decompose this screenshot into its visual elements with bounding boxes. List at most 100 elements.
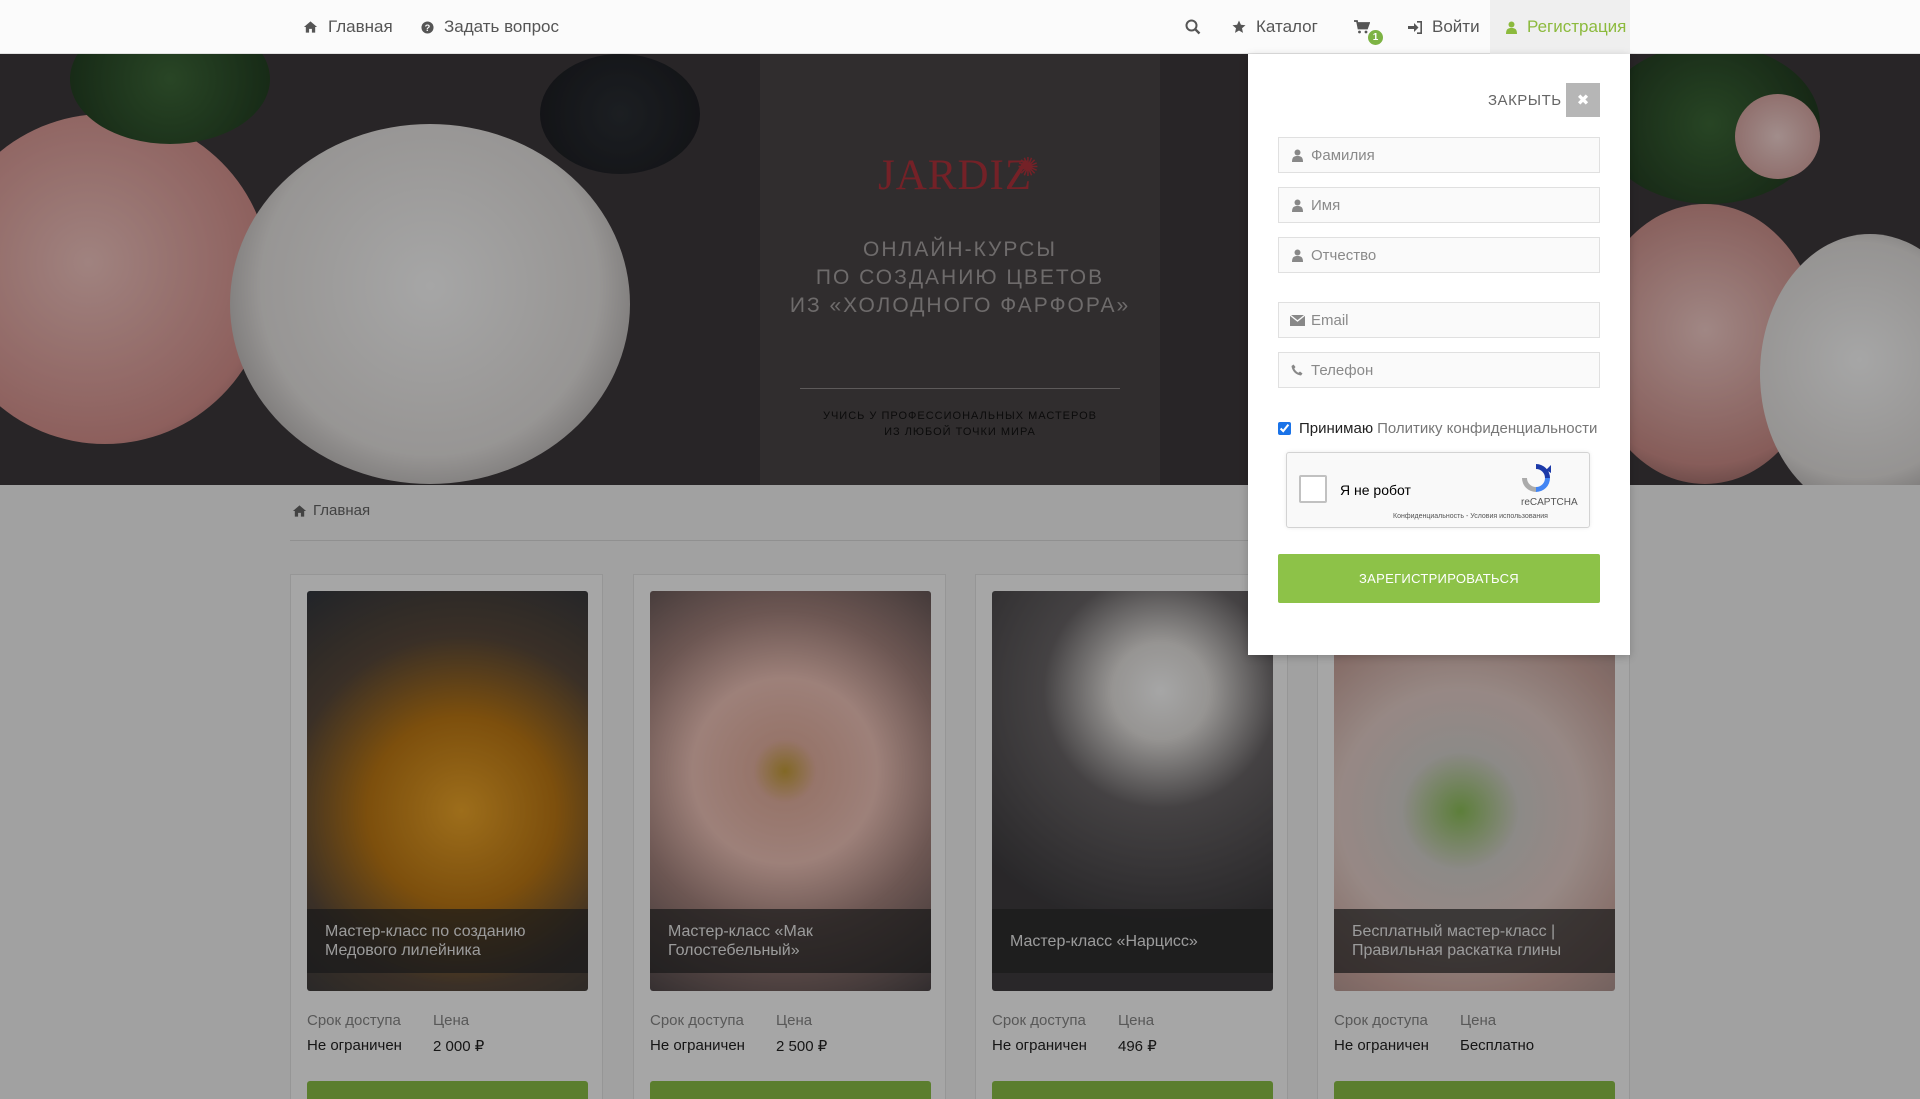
course-image-daylily[interactable]: Мастер-класс по созданию Медового лилейн… bbox=[307, 591, 588, 991]
hero-title-line-3: ИЗ «ХОЛОДНОГО ФАРФОРА» bbox=[789, 294, 1131, 317]
price-column: Цена 2 000 ₽ bbox=[433, 1012, 484, 1055]
sign-in-icon bbox=[1408, 20, 1422, 34]
hero-title-line-2: ПО СОЗДАНИЮ ЦВЕТОВ bbox=[815, 266, 1105, 289]
nav-home-link[interactable]: Главная bbox=[303, 0, 393, 54]
email-field[interactable] bbox=[1278, 302, 1600, 338]
course-title[interactable]: Бесплатный мастер-класс | Правильная рас… bbox=[1334, 909, 1615, 973]
svg-text:?: ? bbox=[425, 22, 431, 32]
middlename-field[interactable] bbox=[1278, 237, 1600, 273]
course-card[interactable]: Мастер-класс по созданию Медового лилейн… bbox=[290, 574, 603, 1099]
close-icon: ✖ bbox=[1576, 92, 1590, 109]
user-icon bbox=[1289, 249, 1305, 262]
nav-ask-question-link[interactable]: ? Задать вопрос bbox=[421, 0, 559, 54]
middlename-input[interactable] bbox=[1311, 246, 1581, 264]
price-column: Цена 496 ₽ bbox=[1118, 1012, 1157, 1055]
hero-title-line-1: ОНЛАЙН-КУРСЫ bbox=[863, 238, 1057, 261]
course-buy-button[interactable] bbox=[307, 1081, 588, 1099]
jardiz-logo: JARDIZ bbox=[878, 152, 1033, 199]
email-input[interactable] bbox=[1311, 311, 1581, 329]
access-column: Срок доступа Не ограничен bbox=[650, 1012, 745, 1054]
privacy-consent[interactable]: Принимаю Политику конфиденциальности bbox=[1278, 420, 1597, 437]
access-value: Не ограничен bbox=[307, 1037, 402, 1054]
price-column: Цена Бесплатно bbox=[1460, 1012, 1534, 1054]
nav-catalog-label: Каталог bbox=[1256, 17, 1318, 36]
close-label[interactable]: ЗАКРЫТЬ bbox=[1488, 92, 1562, 109]
hero-subtitle-line-1: УЧИСЬ У ПРОФЕССИОНАЛЬНЫХ МАСТЕРОВ bbox=[822, 410, 1097, 422]
nav-home-label: Главная bbox=[328, 17, 393, 36]
phone-icon bbox=[1289, 364, 1305, 376]
hero-subtitle: УЧИСЬ У ПРОФЕССИОНАЛЬНЫХ МАСТЕРОВ ИЗ ЛЮБ… bbox=[760, 408, 1160, 440]
course-buy-button[interactable] bbox=[992, 1081, 1273, 1099]
breadcrumb: Главная bbox=[292, 502, 370, 519]
nav-cart-button[interactable]: 1 bbox=[1354, 0, 1383, 54]
recaptcha-logo-icon bbox=[1519, 461, 1553, 500]
course-buy-button[interactable] bbox=[650, 1081, 931, 1099]
registration-modal: ЗАКРЫТЬ ✖ Принимаю Политику конф bbox=[1248, 54, 1630, 655]
nav-search-button[interactable] bbox=[1185, 0, 1201, 54]
cart-count-badge: 1 bbox=[1368, 30, 1383, 45]
access-label: Срок доступа bbox=[992, 1012, 1086, 1029]
course-buy-button[interactable] bbox=[1334, 1081, 1615, 1099]
price-label: Цена bbox=[433, 1012, 470, 1029]
recaptcha-widget: Я не робот reCAPTCHA Конфиденциальность … bbox=[1286, 452, 1590, 528]
access-value: Не ограничен bbox=[992, 1037, 1087, 1054]
hero-peony-white-left bbox=[230, 124, 630, 484]
home-icon bbox=[292, 504, 307, 518]
nav-register-label: Регистрация bbox=[1527, 17, 1627, 36]
course-image-narcissus[interactable]: Мастер-класс «Нарцисс» bbox=[992, 591, 1273, 991]
user-icon bbox=[1506, 21, 1517, 34]
access-label: Срок доступа bbox=[1334, 1012, 1428, 1029]
recaptcha-checkbox[interactable] bbox=[1299, 475, 1327, 503]
question-circle-icon: ? bbox=[421, 20, 434, 34]
recaptcha-label: Я не робот bbox=[1340, 482, 1411, 498]
course-image-poppy[interactable]: Мастер-класс «Мак Голостебельный» bbox=[650, 591, 931, 991]
register-submit-button[interactable]: ЗАРЕГИСТРИРОВАТЬСЯ bbox=[1278, 554, 1600, 603]
logo-sun-icon: ✺ bbox=[1017, 152, 1039, 182]
recaptcha-terms-link[interactable]: Конфиденциальность - Условия использован… bbox=[1393, 513, 1548, 520]
course-title[interactable]: Мастер-класс «Нарцисс» bbox=[992, 909, 1273, 973]
price-value: 496 ₽ bbox=[1118, 1038, 1157, 1055]
lastname-field[interactable] bbox=[1278, 137, 1600, 173]
hero-bud-right bbox=[1735, 94, 1820, 179]
privacy-policy-link[interactable]: Политику конфиденциальности bbox=[1377, 420, 1597, 437]
phone-input[interactable] bbox=[1311, 361, 1581, 379]
nav-login-link[interactable]: Войти bbox=[1408, 0, 1480, 54]
search-icon bbox=[1185, 19, 1201, 35]
home-icon bbox=[303, 20, 318, 34]
course-card[interactable]: Мастер-класс «Мак Голостебельный» Срок д… bbox=[633, 574, 946, 1099]
nav-catalog-link[interactable]: Каталог bbox=[1232, 0, 1318, 54]
price-label: Цена bbox=[1460, 1012, 1497, 1029]
access-label: Срок доступа bbox=[307, 1012, 401, 1029]
course-title[interactable]: Мастер-класс «Мак Голостебельный» bbox=[650, 909, 931, 973]
star-icon bbox=[1232, 20, 1246, 34]
firstname-field[interactable] bbox=[1278, 187, 1600, 223]
hero-divider bbox=[800, 388, 1120, 389]
access-column: Срок доступа Не ограничен bbox=[307, 1012, 402, 1054]
privacy-consent-checkbox[interactable] bbox=[1278, 422, 1291, 435]
price-value: Бесплатно bbox=[1460, 1037, 1535, 1054]
nav-ask-label: Задать вопрос bbox=[444, 17, 559, 36]
price-label: Цена bbox=[776, 1012, 813, 1029]
course-card[interactable]: Мастер-класс «Нарцисс» Срок доступа Не о… bbox=[975, 574, 1288, 1099]
price-value: 2 500 ₽ bbox=[776, 1038, 828, 1055]
lastname-input[interactable] bbox=[1311, 146, 1581, 164]
recaptcha-brand: reCAPTCHA bbox=[1521, 497, 1578, 508]
envelope-icon bbox=[1289, 314, 1305, 326]
user-icon bbox=[1289, 149, 1305, 162]
access-column: Срок доступа Не ограничен bbox=[992, 1012, 1087, 1054]
firstname-input[interactable] bbox=[1311, 196, 1581, 214]
hero-peony-pink-left bbox=[0, 114, 270, 444]
price-column: Цена 2 500 ₽ bbox=[776, 1012, 827, 1055]
hero-title: ОНЛАЙН-КУРСЫ ПО СОЗДАНИЮ ЦВЕТОВ ИЗ «ХОЛО… bbox=[760, 236, 1160, 320]
close-button[interactable]: ✖ bbox=[1566, 83, 1600, 117]
course-title[interactable]: Мастер-класс по созданию Медового лилейн… bbox=[307, 909, 588, 973]
nav-login-label: Войти bbox=[1432, 17, 1480, 36]
top-navbar: Главная ? Задать вопрос Каталог 1 Войти … bbox=[0, 0, 1920, 54]
nav-register-link[interactable]: Регистрация bbox=[1490, 0, 1630, 54]
price-value: 2 000 ₽ bbox=[433, 1038, 485, 1055]
phone-field[interactable] bbox=[1278, 352, 1600, 388]
hero-banner: JARDIZ ✺ ОНЛАЙН-КУРСЫ ПО СОЗДАНИЮ ЦВЕТОВ… bbox=[0, 54, 1920, 485]
breadcrumb-home-link[interactable]: Главная bbox=[313, 502, 370, 519]
access-label: Срок доступа bbox=[650, 1012, 744, 1029]
access-column: Срок доступа Не ограничен bbox=[1334, 1012, 1429, 1054]
